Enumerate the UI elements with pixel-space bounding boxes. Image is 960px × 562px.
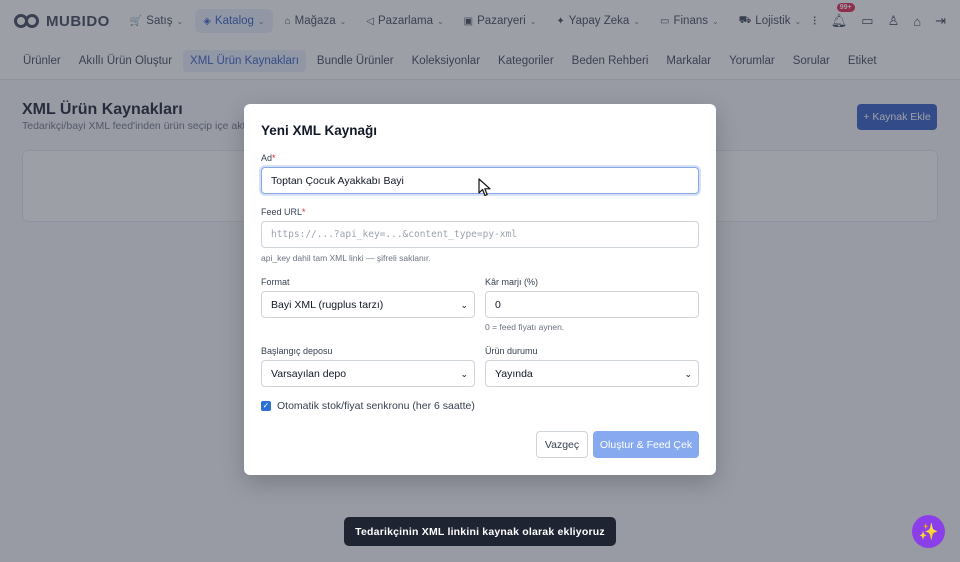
sparkle-icon: ✨ [918, 523, 939, 541]
feed-url-hint: api_key dahil tam XML linki — şifreli sa… [261, 253, 431, 263]
margin-input[interactable]: 0 [485, 291, 699, 318]
create-and-fetch-button[interactable]: Oluştur & Feed Çek [593, 431, 699, 458]
format-label: Format [261, 277, 290, 287]
warehouse-label: Başlangıç deposu [261, 346, 333, 356]
warehouse-select-value: Varsayılan depo [271, 367, 347, 380]
margin-hint: 0 = feed fiyatı aynen. [485, 322, 565, 332]
new-xml-source-modal: Yeni XML Kaynağı Ad* Toptan Çocuk Ayakka… [244, 104, 716, 475]
warehouse-select[interactable]: Varsayılan depo ⌄ [261, 360, 475, 387]
modal-title: Yeni XML Kaynağı [261, 123, 378, 138]
info-toast: Tedarikçinin XML linkini kaynak olarak e… [344, 517, 616, 546]
name-label: Ad* [261, 153, 276, 163]
chevron-down-icon: ⌄ [460, 369, 468, 379]
status-select[interactable]: Yayında ⌄ [485, 360, 699, 387]
status-select-value: Yayında [495, 367, 533, 380]
auto-sync-checkbox[interactable]: ✓ [261, 401, 271, 411]
auto-sync-row: ✓ Otomatik stok/fiyat senkronu (her 6 sa… [261, 400, 475, 412]
auto-sync-label: Otomatik stok/fiyat senkronu (her 6 saat… [277, 400, 475, 412]
mouse-cursor-icon [478, 178, 491, 197]
cancel-button[interactable]: Vazgeç [536, 431, 588, 458]
chevron-down-icon: ⌄ [460, 300, 468, 310]
feed-url-label: Feed URL* [261, 207, 306, 217]
format-select[interactable]: Bayi XML (rugplus tarzı) ⌄ [261, 291, 475, 318]
chevron-down-icon: ⌄ [684, 369, 692, 379]
margin-label: Kâr marjı (%) [485, 277, 539, 287]
ai-assistant-button[interactable]: ✨ [912, 515, 945, 548]
status-label: Ürün durumu [485, 346, 538, 356]
format-select-value: Bayi XML (rugplus tarzı) [271, 298, 384, 311]
feed-url-input[interactable]: https://...?api_key=...&content_type=py-… [261, 221, 699, 248]
